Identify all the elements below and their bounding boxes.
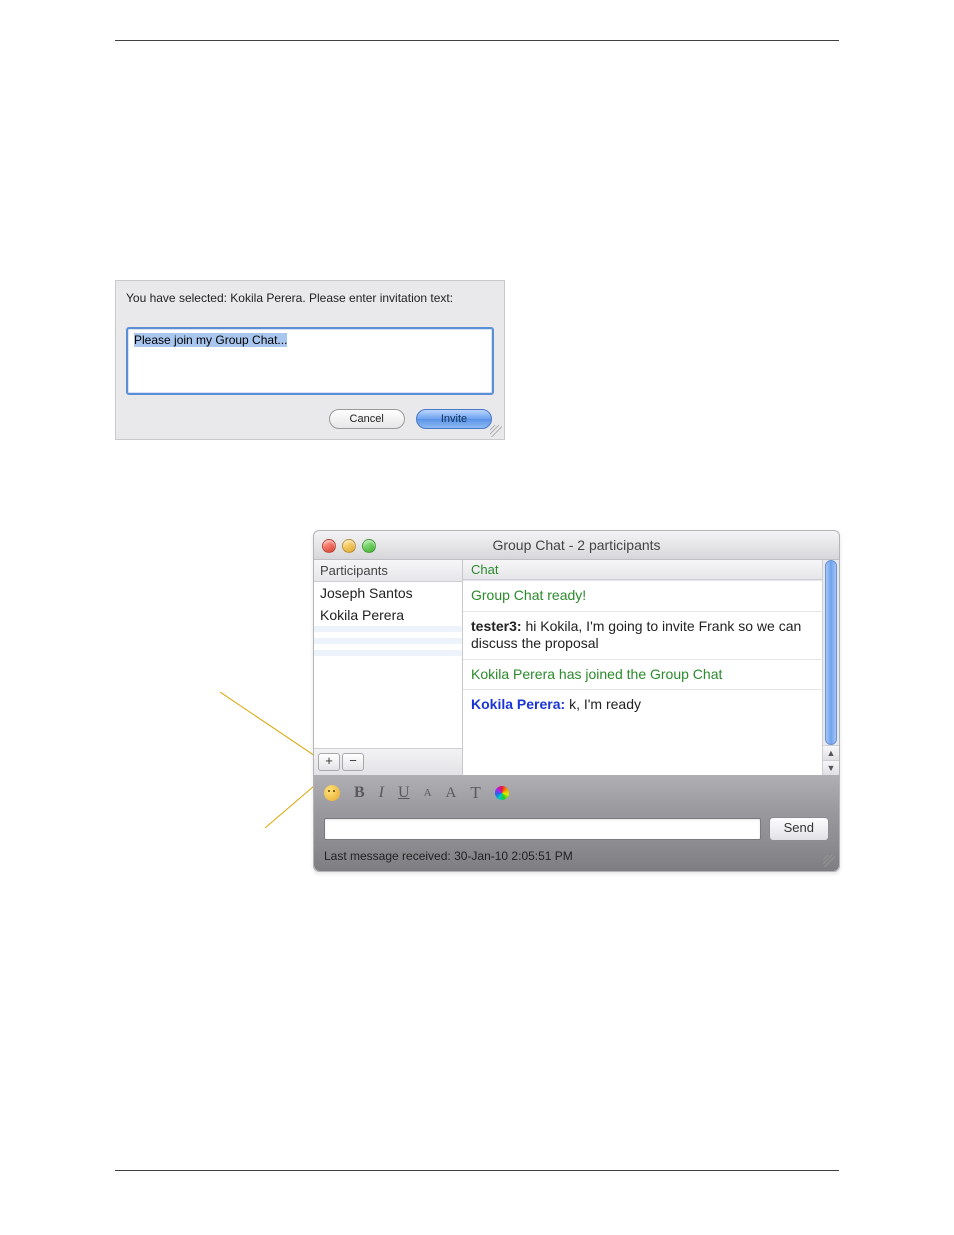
invite-button[interactable]: Invite [416, 409, 492, 429]
invite-dialog: You have selected: Kokila Perera. Please… [115, 280, 505, 440]
status-text: Last message received: 30-Jan-10 2:05:51… [324, 849, 573, 863]
titlebar[interactable]: Group Chat - 2 participants [314, 531, 839, 560]
invite-prompt: You have selected: Kokila Perera. Please… [116, 281, 504, 317]
resize-grip-icon[interactable] [823, 855, 835, 867]
chat-body: Participants Joseph Santos Kokila Perera… [314, 560, 839, 775]
scrollbar[interactable]: ▲ ▼ [822, 560, 839, 775]
messages-header: Chat [463, 560, 822, 580]
messages-scroll[interactable]: Chat Group Chat ready! tester3: hi Kokil… [463, 560, 822, 775]
font-smaller-icon[interactable]: A [424, 787, 432, 799]
color-picker-icon[interactable] [495, 786, 509, 800]
message-sender: tester3: [471, 618, 522, 634]
scrollbar-track[interactable] [823, 560, 839, 745]
chat-message: tester3: hi Kokila, I'm going to invite … [463, 611, 822, 659]
traffic-lights [322, 539, 376, 553]
bold-icon[interactable]: B [354, 784, 365, 802]
zoom-icon[interactable] [362, 539, 376, 553]
participants-pane: Participants Joseph Santos Kokila Perera… [314, 560, 463, 775]
message-input[interactable] [324, 818, 761, 840]
font-larger-icon[interactable]: A [446, 785, 457, 802]
page-bottom-rule [115, 1170, 839, 1171]
invitation-text-value: Please join my Group Chat... [134, 333, 287, 347]
italic-icon[interactable]: I [379, 784, 384, 802]
system-message: Group Chat ready! [463, 580, 822, 611]
resize-grip-icon[interactable] [490, 425, 502, 437]
scroll-up-icon[interactable]: ▲ [823, 745, 839, 760]
window-title: Group Chat - 2 participants [314, 531, 839, 559]
scroll-down-icon[interactable]: ▼ [823, 760, 839, 775]
participant-buttons: + − [314, 748, 462, 775]
minimize-icon[interactable] [342, 539, 356, 553]
participants-header: Participants [314, 560, 462, 582]
messages-pane: Chat Group Chat ready! tester3: hi Kokil… [463, 560, 839, 775]
participants-list: Joseph Santos Kokila Perera [314, 582, 462, 748]
emoji-icon[interactable] [324, 785, 340, 801]
font-picker-icon[interactable]: T [470, 783, 480, 803]
list-item[interactable] [314, 656, 462, 662]
status-bar: Last message received: 30-Jan-10 2:05:51… [314, 845, 839, 871]
list-item[interactable]: Kokila Perera [314, 604, 462, 626]
message-text: Kokila Perera has joined the Group Chat [471, 666, 722, 682]
compose-row: Send [314, 811, 839, 845]
message-sender: Kokila Perera: [471, 696, 565, 712]
underline-icon[interactable]: U [398, 784, 410, 802]
add-participant-button[interactable]: + [318, 753, 340, 771]
list-item[interactable]: Joseph Santos [314, 582, 462, 604]
page-top-rule [115, 40, 839, 41]
invitation-text-input[interactable]: Please join my Group Chat... [126, 327, 494, 395]
remove-participant-button[interactable]: − [342, 753, 364, 771]
close-icon[interactable] [322, 539, 336, 553]
cancel-button[interactable]: Cancel [329, 409, 405, 429]
format-toolbar: B I U A A T [314, 775, 839, 811]
scrollbar-thumb[interactable] [825, 560, 837, 745]
group-chat-window: Group Chat - 2 participants Participants… [313, 530, 840, 872]
message-text: Group Chat ready! [471, 587, 586, 603]
message-text: k, I'm ready [569, 696, 641, 712]
chat-message: Kokila Perera: k, I'm ready [463, 689, 822, 720]
system-message: Kokila Perera has joined the Group Chat [463, 659, 822, 690]
invite-button-row: Cancel Invite [116, 405, 504, 439]
send-button[interactable]: Send [769, 817, 829, 841]
